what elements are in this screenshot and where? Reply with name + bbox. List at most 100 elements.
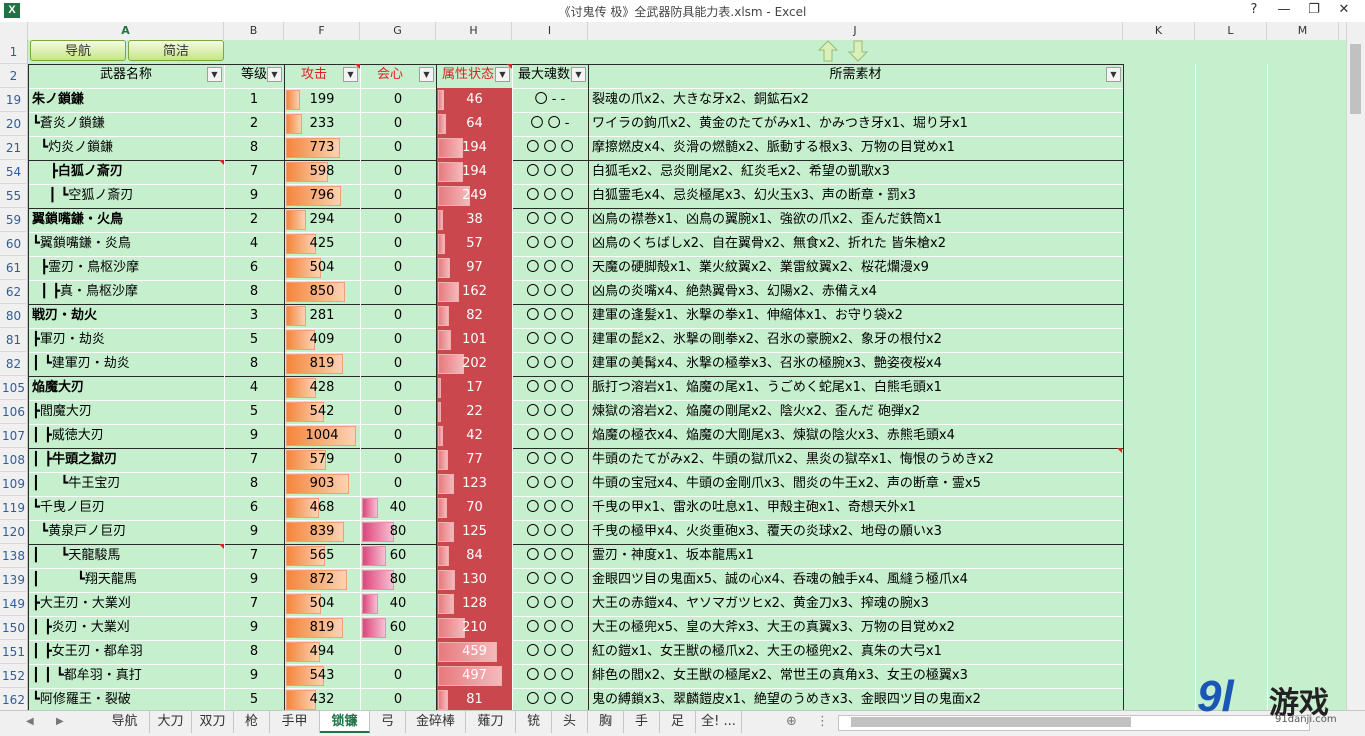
attack-cell[interactable]: 565 xyxy=(284,544,360,568)
attack-cell[interactable]: 294 xyxy=(284,208,360,232)
crit-cell[interactable]: 0 xyxy=(360,280,436,304)
element-cell[interactable]: 210 xyxy=(437,616,512,640)
max-soul-cell[interactable]: 〇 〇 〇 xyxy=(512,520,588,544)
prev-sheet-icon[interactable]: ◀ xyxy=(26,711,34,733)
sheet-tab[interactable]: 双刀 xyxy=(192,711,234,733)
restore-button[interactable]: ❐ xyxy=(1299,0,1329,22)
attack-cell[interactable]: 468 xyxy=(284,496,360,520)
weapon-name-cell[interactable]: ┣閻魔大刃 xyxy=(32,400,222,424)
row-number[interactable]: 109 xyxy=(0,472,28,496)
element-cell[interactable]: 81 xyxy=(437,688,512,710)
attack-cell[interactable]: 579 xyxy=(284,448,360,472)
materials-cell[interactable]: 焔魔の極衣x4、焔魔の大剛尾x3、煉獄の陰火x3、赤熊毛頭x4 xyxy=(592,424,1122,448)
element-cell[interactable]: 42 xyxy=(437,424,512,448)
materials-cell[interactable]: 摩擦燃皮x4、炎滑の燃髄x2、脈動する根x3、万物の目覚めx1 xyxy=(592,136,1122,160)
weapon-name-cell[interactable]: 翼鎖嘴鎌・火鳥 xyxy=(32,208,222,232)
spreadsheet-grid[interactable]: 1 导航 简洁 2 武器名称 等级 攻击 会心 属性状态 最大魂数 所需素材 ▼… xyxy=(0,40,1347,710)
element-cell[interactable]: 101 xyxy=(437,328,512,352)
comment-indicator-icon[interactable] xyxy=(355,64,360,69)
materials-cell[interactable]: 牛頭の宝冠x4、牛頭の金剛爪x3、閻炎の牛王x2、声の断章・霊x5 xyxy=(592,472,1122,496)
max-soul-cell[interactable]: 〇 〇 〇 xyxy=(512,160,588,184)
crit-cell[interactable]: 40 xyxy=(360,496,436,520)
attack-cell[interactable]: 839 xyxy=(284,520,360,544)
materials-cell[interactable]: 大王の赤鎧x4、ヤソマガツヒx2、黄金刀x3、搾魂の腕x3 xyxy=(592,592,1122,616)
column-header-g[interactable]: G xyxy=(360,22,436,40)
materials-cell[interactable]: 建軍の美髯x4、氷撃の極拳x3、召氷の極腕x3、艶姿夜桜x4 xyxy=(592,352,1122,376)
element-cell[interactable]: 194 xyxy=(437,160,512,184)
level-cell[interactable]: 9 xyxy=(224,520,284,544)
element-cell[interactable]: 82 xyxy=(437,304,512,328)
materials-cell[interactable]: 金眼四ツ目の鬼面x5、誠の心x4、呑魂の触手x4、風縫う極爪x4 xyxy=(592,568,1122,592)
column-header-m[interactable]: M xyxy=(1267,22,1339,40)
level-cell[interactable]: 8 xyxy=(224,136,284,160)
crit-cell[interactable]: 0 xyxy=(360,400,436,424)
max-soul-cell[interactable]: 〇 〇 〇 xyxy=(512,256,588,280)
element-cell[interactable]: 162 xyxy=(437,280,512,304)
sheet-tab[interactable]: 全! ... xyxy=(696,711,742,733)
max-soul-cell[interactable]: 〇 〇 〇 xyxy=(512,376,588,400)
close-button[interactable]: ✕ xyxy=(1329,0,1359,22)
max-soul-cell[interactable]: 〇 〇 〇 xyxy=(512,304,588,328)
crit-cell[interactable]: 0 xyxy=(360,328,436,352)
comment-indicator-icon[interactable] xyxy=(1117,448,1122,453)
element-cell[interactable]: 128 xyxy=(437,592,512,616)
materials-cell[interactable]: 凶鳥の襟巻x1、凶鳥の翼腕x1、強欲の爪x2、歪んだ鉄筒x1 xyxy=(592,208,1122,232)
filter-dropdown-crit[interactable]: ▼ xyxy=(419,67,434,82)
element-cell[interactable]: 97 xyxy=(437,256,512,280)
max-soul-cell[interactable]: 〇 〇 〇 xyxy=(512,616,588,640)
attack-cell[interactable]: 494 xyxy=(284,640,360,664)
level-cell[interactable]: 9 xyxy=(224,568,284,592)
level-cell[interactable]: 6 xyxy=(224,256,284,280)
vertical-scrollbar[interactable] xyxy=(1346,22,1365,710)
sheet-tab[interactable]: 枪 xyxy=(234,711,270,733)
column-header-h[interactable]: H xyxy=(436,22,512,40)
max-soul-cell[interactable]: 〇 〇 〇 xyxy=(512,208,588,232)
element-cell[interactable]: 77 xyxy=(437,448,512,472)
weapon-name-cell[interactable]: ┗千曳ノ巨刃 xyxy=(32,496,222,520)
level-cell[interactable]: 4 xyxy=(224,232,284,256)
crit-cell[interactable]: 40 xyxy=(360,592,436,616)
crit-cell[interactable]: 0 xyxy=(360,232,436,256)
level-cell[interactable]: 8 xyxy=(224,280,284,304)
max-soul-cell[interactable]: 〇 〇 〇 xyxy=(512,400,588,424)
level-cell[interactable]: 9 xyxy=(224,664,284,688)
max-soul-cell[interactable]: 〇 〇 〇 xyxy=(512,496,588,520)
sheet-tab[interactable]: 导航 xyxy=(100,711,150,733)
weapon-name-cell[interactable]: ┃ ┗天龍駿馬 xyxy=(32,544,222,568)
element-cell[interactable]: 497 xyxy=(437,664,512,688)
weapon-name-cell[interactable]: ┃ ┗牛王宝刃 xyxy=(32,472,222,496)
attack-cell[interactable]: 432 xyxy=(284,688,360,710)
add-sheet-icon[interactable]: ⊕ xyxy=(786,711,797,733)
level-cell[interactable]: 7 xyxy=(224,448,284,472)
weapon-name-cell[interactable]: ┗翼鎖嘴鎌・炎鳥 xyxy=(32,232,222,256)
row-number[interactable]: 150 xyxy=(0,616,28,640)
level-cell[interactable]: 2 xyxy=(224,208,284,232)
crit-cell[interactable]: 0 xyxy=(360,424,436,448)
filter-dropdown-materials[interactable]: ▼ xyxy=(1106,67,1121,82)
weapon-name-cell[interactable]: ┗阿修羅王・裂破 xyxy=(32,688,222,710)
select-all-corner[interactable] xyxy=(0,22,28,40)
attack-cell[interactable]: 773 xyxy=(284,136,360,160)
element-cell[interactable]: 123 xyxy=(437,472,512,496)
max-soul-cell[interactable]: 〇 〇 〇 xyxy=(512,448,588,472)
row-number[interactable]: 105 xyxy=(0,376,28,400)
row-number[interactable]: 162 xyxy=(0,688,28,710)
column-header-j[interactable]: J xyxy=(588,22,1123,40)
max-soul-cell[interactable]: 〇 〇 〇 xyxy=(512,592,588,616)
materials-cell[interactable]: 凶鳥の炎嘴x4、絶熱翼骨x3、幻陽x2、赤備えx4 xyxy=(592,280,1122,304)
weapon-name-cell[interactable]: ┣軍刃・劫炎 xyxy=(32,328,222,352)
weapon-name-cell[interactable]: ┃ ┗空狐ノ斎刃 xyxy=(32,184,222,208)
attack-cell[interactable]: 1004 xyxy=(284,424,360,448)
sheet-tab[interactable]: 胸 xyxy=(588,711,624,733)
materials-cell[interactable]: 建軍の髭x2、氷撃の剛拳x2、召氷の豪腕x2、象牙の根付x2 xyxy=(592,328,1122,352)
column-header-i[interactable]: I xyxy=(512,22,588,40)
weapon-name-cell[interactable]: ┗黄泉戸ノ巨刃 xyxy=(32,520,222,544)
horizontal-scroll-thumb[interactable] xyxy=(851,717,1131,727)
row-number[interactable]: 119 xyxy=(0,496,28,520)
max-soul-cell[interactable]: 〇 〇 〇 xyxy=(512,472,588,496)
crit-cell[interactable]: 0 xyxy=(360,256,436,280)
materials-cell[interactable]: 煉獄の溶岩x2、焔魔の剛尾x2、陰火x2、歪んだ 砲弾x2 xyxy=(592,400,1122,424)
level-cell[interactable]: 5 xyxy=(224,328,284,352)
weapon-name-cell[interactable]: ┃ ┃ ┗都牟羽・真打 xyxy=(32,664,222,688)
attack-cell[interactable]: 543 xyxy=(284,664,360,688)
